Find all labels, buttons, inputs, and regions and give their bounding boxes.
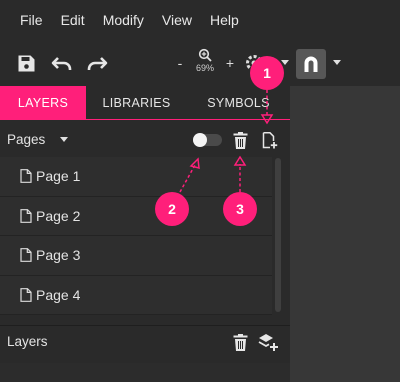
save-icon[interactable] (17, 54, 36, 73)
callout-badge-1: 1 (250, 56, 284, 90)
pages-scrollbar[interactable] (275, 158, 281, 312)
panel-tabs: LAYERS LIBRARIES SYMBOLS (0, 86, 290, 120)
pages-title: Pages (7, 132, 46, 147)
callout-badge-3: 3 (223, 192, 257, 226)
page-item-1[interactable]: Page 1 (0, 157, 272, 197)
page-item-3[interactable]: Page 3 (0, 236, 272, 276)
tab-layers[interactable]: LAYERS (0, 86, 86, 119)
snap-chevron-down-icon[interactable] (333, 60, 341, 66)
menu-edit[interactable]: Edit (61, 12, 85, 28)
zoom-control[interactable]: 69% (192, 48, 218, 78)
menu-view[interactable]: View (162, 12, 192, 28)
tab-libraries[interactable]: LIBRARIES (86, 86, 187, 119)
menu-modify[interactable]: Modify (103, 12, 144, 28)
menu-file[interactable]: File (20, 12, 43, 28)
page-icon (20, 248, 32, 263)
page-item-label: Page 2 (36, 207, 81, 224)
trash-icon[interactable] (233, 132, 248, 149)
zoom-level: 69% (195, 63, 214, 73)
add-layer-icon[interactable] (258, 333, 279, 352)
page-icon (20, 208, 32, 223)
layers-trash-icon[interactable] (233, 334, 248, 351)
page-list: Page 1 Page 2 Page 3 Page 4 (0, 157, 272, 315)
zoom-icon (198, 48, 212, 62)
page-item-label: Page 1 (36, 168, 81, 185)
pages-toggle-switch[interactable] (193, 133, 222, 147)
menu-bar: File Edit Modify View Help (0, 0, 400, 40)
page-icon (20, 287, 32, 302)
page-item-label: Page 4 (36, 286, 81, 303)
menu-help[interactable]: Help (210, 12, 239, 28)
toggle-knob (193, 133, 207, 147)
page-icon (20, 169, 32, 184)
canvas-area[interactable] (290, 86, 400, 382)
layers-list (0, 363, 290, 382)
page-item-4[interactable]: Page 4 (0, 275, 272, 315)
pages-chevron-down-icon[interactable] (60, 137, 68, 143)
zoom-in-button[interactable]: + (224, 40, 236, 86)
undo-icon[interactable] (51, 56, 73, 72)
tab-symbols[interactable]: SYMBOLS (187, 86, 290, 119)
layers-title: Layers (7, 334, 48, 349)
page-item-label: Page 3 (36, 247, 81, 264)
callout-badge-2: 2 (155, 192, 189, 226)
zoom-out-button[interactable]: - (174, 40, 186, 86)
snap-button[interactable] (296, 49, 326, 79)
magnet-icon (304, 56, 318, 72)
redo-icon[interactable] (86, 56, 108, 72)
add-page-icon[interactable] (262, 132, 278, 149)
